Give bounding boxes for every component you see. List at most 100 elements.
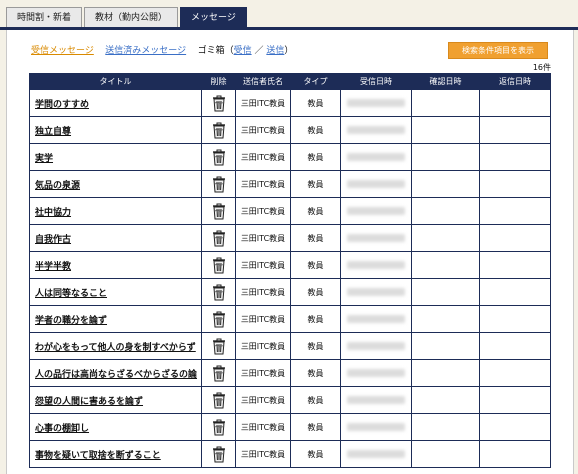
message-panel: 受信メッセージ 送信済みメッセージ ゴミ箱（受信 ／ 送信） 検索条件項目を表示…: [6, 30, 574, 474]
message-title-link[interactable]: 独立自尊: [35, 127, 71, 137]
title-cell: 学問のすすめ: [29, 89, 202, 117]
redacted-value: [347, 261, 405, 269]
confirmed-at-cell: [411, 116, 480, 144]
type-cell: 教員: [290, 440, 341, 468]
message-title-link[interactable]: 怨望の人間に害あるを論ず: [35, 397, 143, 407]
message-title-link[interactable]: 学問のすすめ: [35, 100, 89, 110]
table-row: 怨望の人間に害あるを論ず 三田ITC教員 教員: [29, 386, 551, 414]
sender-cell: 三田ITC教員: [235, 224, 291, 252]
received-messages-link[interactable]: 受信メッセージ: [31, 46, 94, 56]
redacted-value: [347, 207, 405, 215]
sender-cell: 三田ITC教員: [235, 197, 291, 225]
type-cell: 教員: [290, 278, 341, 306]
message-title-link[interactable]: 実学: [35, 154, 53, 164]
type-cell: 教員: [290, 89, 341, 117]
table-row: 独立自尊 三田ITC教員 教員: [29, 116, 551, 144]
sender-cell: 三田ITC教員: [235, 89, 291, 117]
trash-icon[interactable]: [212, 365, 226, 382]
trash-icon[interactable]: [212, 95, 226, 112]
sender-cell: 三田ITC教員: [235, 278, 291, 306]
type-cell: 教員: [290, 224, 341, 252]
message-title-link[interactable]: 心事の棚卸し: [35, 424, 89, 434]
message-title-link[interactable]: 学者の職分を論ず: [35, 316, 107, 326]
trash-icon[interactable]: [212, 338, 226, 355]
trash-icon[interactable]: [212, 122, 226, 139]
column-received-at: 受信日時: [340, 73, 412, 90]
received-at-cell: [340, 413, 412, 441]
trash-icon[interactable]: [212, 203, 226, 220]
sent-messages-link[interactable]: 送信済みメッセージ: [105, 46, 186, 56]
title-cell: 人は同等なること: [29, 278, 202, 306]
replied-at-cell: [479, 278, 551, 306]
title-cell: 自我作古: [29, 224, 202, 252]
confirmed-at-cell: [411, 440, 480, 468]
delete-cell: [201, 170, 236, 198]
received-at-cell: [340, 89, 412, 117]
title-cell: 怨望の人間に害あるを論ず: [29, 386, 202, 414]
replied-at-cell: [479, 359, 551, 387]
replied-at-cell: [479, 386, 551, 414]
replied-at-cell: [479, 143, 551, 171]
title-cell: 半学半教: [29, 251, 202, 279]
trash-sent-link[interactable]: 送信: [266, 46, 284, 56]
message-title-link[interactable]: 社中協力: [35, 208, 71, 218]
title-cell: 心事の棚卸し: [29, 413, 202, 441]
replied-at-cell: [479, 251, 551, 279]
trash-icon[interactable]: [212, 419, 226, 436]
delete-cell: [201, 305, 236, 333]
confirmed-at-cell: [411, 359, 480, 387]
message-title-link[interactable]: 人は同等なること: [35, 289, 107, 299]
title-cell: 社中協力: [29, 197, 202, 225]
type-cell: 教員: [290, 143, 341, 171]
trash-icon[interactable]: [212, 392, 226, 409]
confirmed-at-cell: [411, 386, 480, 414]
type-cell: 教員: [290, 305, 341, 333]
show-search-options-button[interactable]: 検索条件項目を表示: [448, 42, 548, 59]
delete-cell: [201, 332, 236, 360]
replied-at-cell: [479, 89, 551, 117]
table-row: 自我作古 三田ITC教員 教員: [29, 224, 551, 252]
redacted-value: [347, 396, 405, 404]
redacted-value: [347, 180, 405, 188]
trash-icon[interactable]: [212, 257, 226, 274]
delete-cell: [201, 143, 236, 171]
received-at-cell: [340, 440, 412, 468]
received-at-cell: [340, 305, 412, 333]
sender-cell: 三田ITC教員: [235, 116, 291, 144]
table-row: 社中協力 三田ITC教員 教員: [29, 197, 551, 225]
type-cell: 教員: [290, 197, 341, 225]
trash-icon[interactable]: [212, 230, 226, 247]
message-title-link[interactable]: わが心をもって他人の身を制すべからず: [35, 343, 196, 353]
redacted-value: [347, 342, 405, 350]
redacted-value: [347, 153, 405, 161]
trash-label: ゴミ箱（: [197, 46, 234, 56]
tab-materials[interactable]: 教材（勤内公開）: [84, 7, 179, 28]
trash-icon[interactable]: [212, 311, 226, 328]
tab-messages[interactable]: メッセージ: [180, 7, 247, 28]
trash-icon[interactable]: [212, 446, 226, 463]
message-title-link[interactable]: 事物を疑いて取捨を断ずること: [35, 451, 161, 461]
message-title-link[interactable]: 人の品行は高尚ならざるべからざるの論: [35, 370, 197, 380]
title-cell: 事物を疑いて取捨を断ずること: [29, 440, 202, 468]
redacted-value: [347, 423, 405, 431]
trash-icon[interactable]: [212, 284, 226, 301]
title-cell: 気品の泉源: [29, 170, 202, 198]
message-title-link[interactable]: 半学半教: [35, 262, 71, 272]
title-cell: わが心をもって他人の身を制すべからず: [29, 332, 202, 360]
delete-cell: [201, 413, 236, 441]
trash-received-link[interactable]: 受信: [234, 46, 252, 56]
title-cell: 学者の職分を論ず: [29, 305, 202, 333]
message-title-link[interactable]: 自我作古: [35, 235, 71, 245]
trash-icon[interactable]: [212, 176, 226, 193]
replied-at-cell: [479, 413, 551, 441]
redacted-value: [347, 450, 405, 458]
confirmed-at-cell: [411, 143, 480, 171]
redacted-value: [347, 99, 405, 107]
table-row: 気品の泉源 三田ITC教員 教員: [29, 170, 551, 198]
tab-timetable[interactable]: 時間割・新着: [6, 7, 83, 28]
received-at-cell: [340, 386, 412, 414]
message-title-link[interactable]: 気品の泉源: [35, 181, 80, 191]
received-at-cell: [340, 359, 412, 387]
column-title: タイトル: [29, 73, 202, 90]
trash-icon[interactable]: [212, 149, 226, 166]
